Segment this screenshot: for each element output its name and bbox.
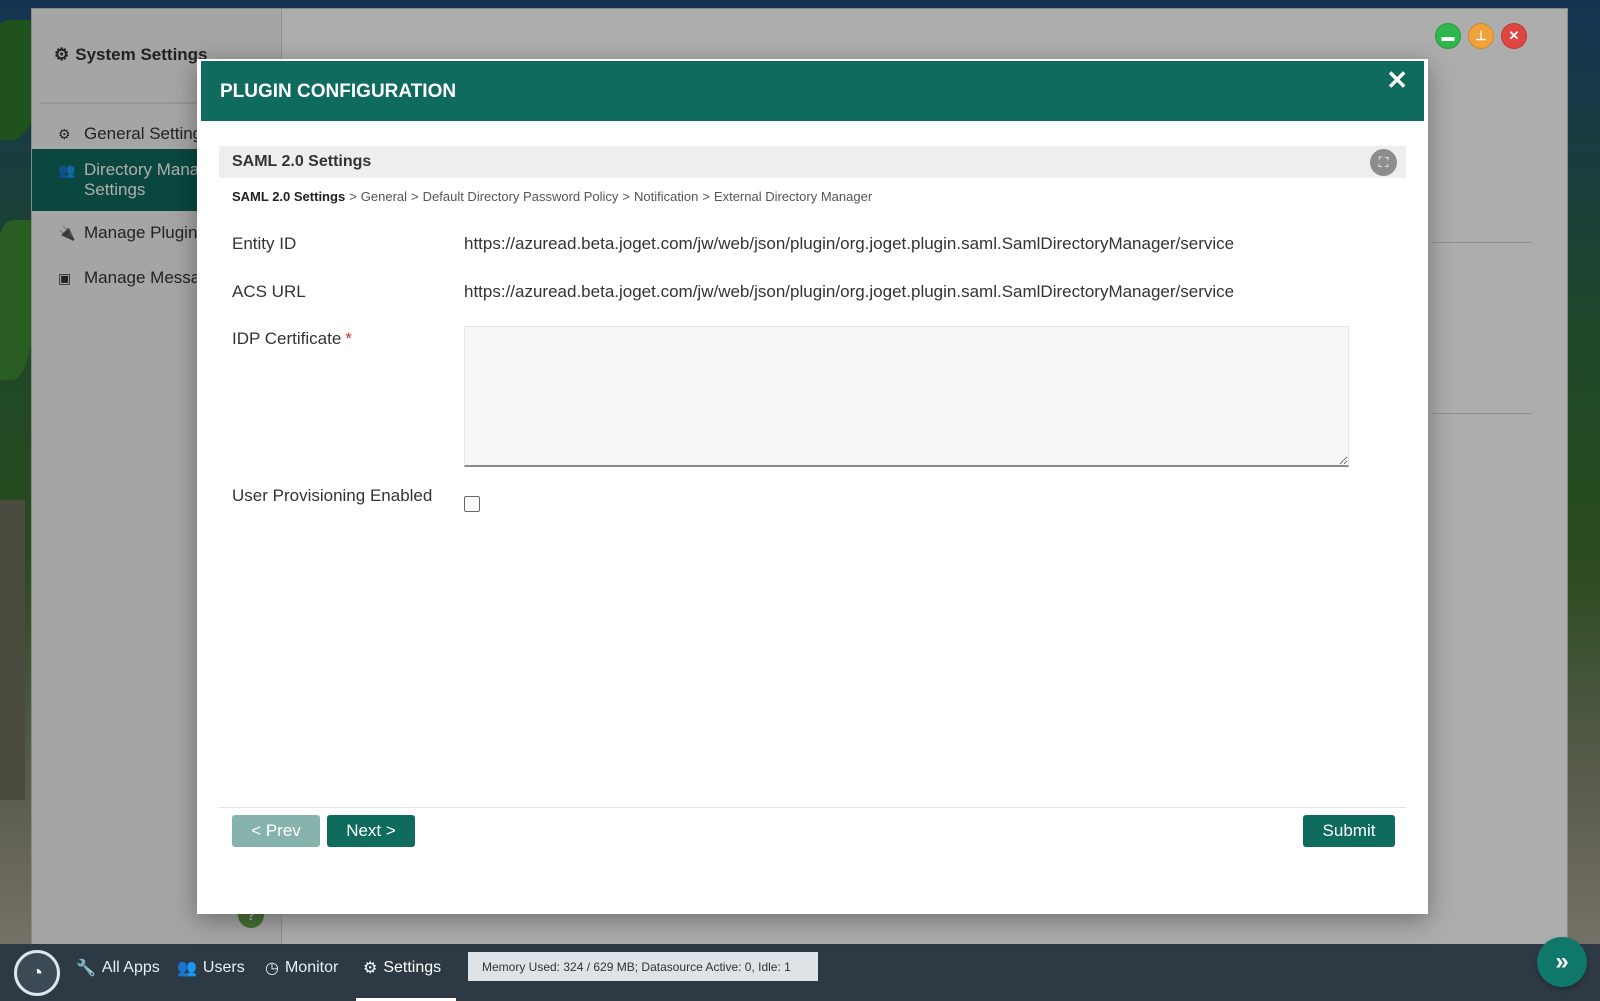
section-header: SAML 2.0 Settings ⛶ bbox=[219, 146, 1406, 178]
required-marker: * bbox=[345, 329, 352, 348]
taskbar: ◔ 🔧 All Apps 👥 Users ◷ Monitor ⚙ Setting… bbox=[0, 944, 1600, 1001]
entity-id-value: https://azuread.beta.joget.com/jw/web/js… bbox=[464, 234, 1235, 253]
taskbar-settings[interactable]: ⚙ Settings bbox=[363, 956, 441, 980]
modal-header: PLUGIN CONFIGURATION ✕ bbox=[201, 61, 1424, 121]
next-button[interactable]: Next > bbox=[327, 815, 415, 847]
minimize-window-button[interactable]: ▬ bbox=[1435, 23, 1461, 49]
modal-title: PLUGIN CONFIGURATION bbox=[220, 81, 457, 102]
gears-icon: ⚙ bbox=[363, 960, 378, 977]
breadcrumb-separator: > bbox=[411, 189, 419, 204]
memory-status: Memory Used: 324 / 629 MB; Datasource Ac… bbox=[468, 952, 818, 981]
joget-logo-icon[interactable]: ◔ bbox=[14, 950, 60, 996]
close-window-button[interactable]: ✕ bbox=[1501, 23, 1527, 49]
breadcrumb-item-saml-settings[interactable]: SAML 2.0 Settings bbox=[232, 189, 345, 204]
breadcrumb-item-external-directory-manager[interactable]: External Directory Manager bbox=[714, 189, 872, 204]
user-provisioning-label: User Provisioning Enabled bbox=[232, 486, 433, 505]
breadcrumb: SAML 2.0 Settings > General > Default Di… bbox=[232, 189, 872, 204]
idp-certificate-label: IDP Certificate * bbox=[232, 329, 352, 348]
dashboard-icon: ◷ bbox=[265, 960, 279, 977]
pin-window-button[interactable]: ⊥ bbox=[1468, 23, 1494, 49]
breadcrumb-item-general[interactable]: General bbox=[361, 189, 407, 204]
wrench-icon: 🔧 bbox=[76, 960, 96, 977]
plugin-configuration-modal: PLUGIN CONFIGURATION ✕ SAML 2.0 Settings… bbox=[197, 59, 1428, 914]
submit-button[interactable]: Submit bbox=[1303, 815, 1395, 847]
fullscreen-icon[interactable]: ⛶ bbox=[1370, 149, 1397, 176]
entity-id-label: Entity ID bbox=[232, 234, 297, 253]
breadcrumb-separator: > bbox=[702, 189, 710, 204]
taskbar-all-apps[interactable]: 🔧 All Apps bbox=[76, 956, 160, 980]
acs-url-value: https://azuread.beta.joget.com/jw/web/js… bbox=[464, 282, 1235, 301]
user-provisioning-checkbox[interactable] bbox=[464, 496, 480, 512]
idp-certificate-textarea[interactable] bbox=[464, 326, 1349, 467]
breadcrumb-separator: > bbox=[622, 189, 631, 204]
window-controls: ▬ ⊥ ✕ bbox=[1435, 23, 1527, 49]
users-icon: 👥 bbox=[177, 960, 197, 977]
taskbar-monitor[interactable]: ◷ Monitor bbox=[265, 956, 338, 980]
breadcrumb-item-notification[interactable]: Notification bbox=[634, 189, 698, 204]
footer-divider bbox=[219, 807, 1406, 808]
close-icon[interactable]: ✕ bbox=[1386, 67, 1408, 93]
breadcrumb-item-password-policy[interactable]: Default Directory Password Policy bbox=[423, 189, 619, 204]
expand-dock-button[interactable]: » bbox=[1537, 937, 1587, 987]
taskbar-users[interactable]: 👥 Users bbox=[177, 956, 245, 980]
section-title: SAML 2.0 Settings bbox=[232, 153, 372, 170]
prev-button[interactable]: < Prev bbox=[232, 815, 320, 847]
breadcrumb-separator: > bbox=[349, 189, 357, 204]
acs-url-label: ACS URL bbox=[232, 282, 306, 301]
